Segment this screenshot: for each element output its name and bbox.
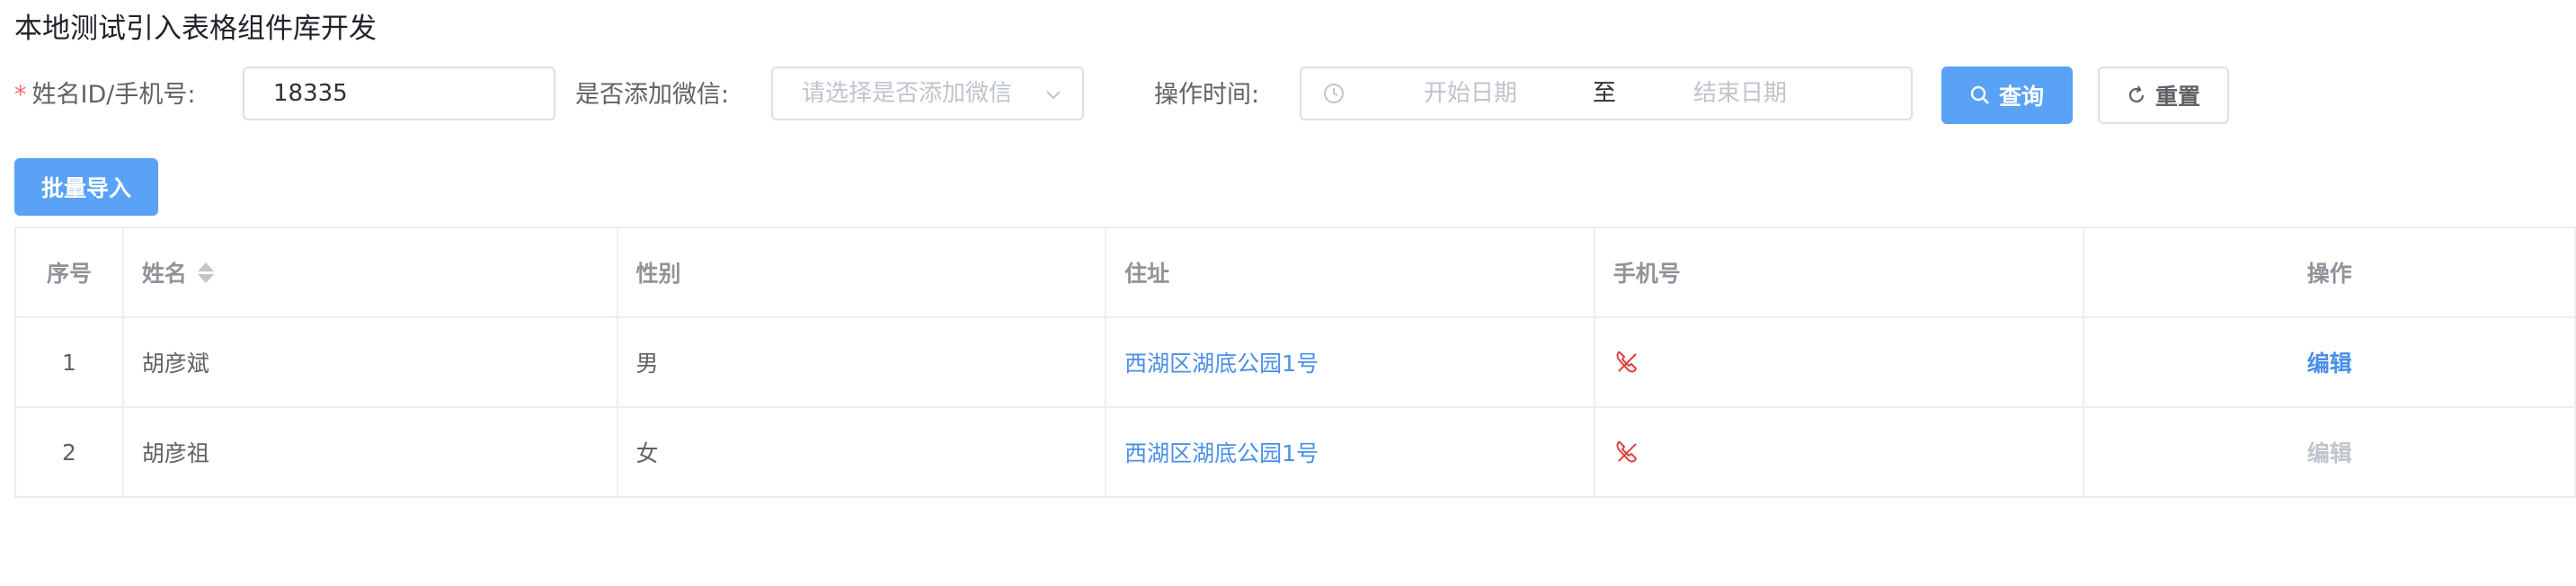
header-operation: 操作	[2084, 228, 2576, 316]
clock-icon	[1324, 84, 1344, 103]
row-phone	[1595, 408, 2085, 496]
refresh-icon	[2128, 85, 2145, 103]
start-date-input[interactable]: 开始日期	[1424, 68, 1517, 119]
required-mark: *	[14, 81, 27, 109]
reset-button[interactable]: 重置	[2098, 67, 2229, 124]
row-index: 1	[16, 318, 124, 406]
time-filter-label: 操作时间:	[1154, 81, 1260, 109]
date-range-picker[interactable]: 开始日期 至 结束日期	[1300, 67, 1913, 120]
header-name[interactable]: 姓名	[124, 228, 618, 316]
edit-button-disabled: 编辑	[2306, 440, 2352, 466]
header-name-label: 姓名	[141, 261, 187, 287]
phone-icon[interactable]	[1613, 439, 1640, 466]
batch-import-button[interactable]: 批量导入	[14, 158, 158, 216]
row-index: 2	[16, 408, 124, 496]
row-address[interactable]: 西湖区湖底公园1号	[1106, 408, 1595, 496]
header-address: 住址	[1106, 228, 1595, 316]
sort-desc-icon[interactable]	[197, 273, 214, 283]
query-button[interactable]: 查询	[1941, 67, 2073, 124]
search-icon	[1970, 85, 1989, 104]
row-gender: 男	[618, 318, 1107, 406]
data-table: 序号 姓名 性别 住址 手机号 操作 1 胡彦斌 男 西湖区湖底公园1号 编辑 …	[14, 226, 2576, 498]
header-phone: 手机号	[1595, 228, 2085, 316]
edit-button[interactable]: 编辑	[2307, 346, 2352, 378]
query-button-label: 查询	[1998, 84, 2044, 110]
row-address[interactable]: 西湖区湖底公园1号	[1106, 318, 1595, 406]
range-separator: 至	[1593, 80, 1617, 107]
sort-asc-icon[interactable]	[197, 262, 214, 271]
row-phone	[1595, 318, 2085, 406]
name-phone-input-value: 18335	[273, 80, 348, 107]
table-header-row: 序号 姓名 性别 住址 手机号 操作	[16, 228, 2576, 318]
reset-button-label: 重置	[2154, 84, 2200, 110]
header-index: 序号	[16, 228, 124, 316]
page: 本地测试引入表格组件库开发 * 姓名ID/手机号: 18335 是否添加微信: 请…	[0, 0, 2576, 586]
address-link[interactable]: 西湖区湖底公园1号	[1124, 346, 1319, 378]
row-operation: 编辑	[2084, 408, 2576, 496]
phone-icon[interactable]	[1613, 349, 1640, 376]
sort-icon[interactable]	[197, 262, 214, 283]
row-operation: 编辑	[2084, 318, 2576, 406]
page-title: 本地测试引入表格组件库开发	[14, 13, 377, 45]
header-gender: 性别	[618, 228, 1107, 316]
end-date-input[interactable]: 结束日期	[1693, 68, 1787, 119]
row-name: 胡彦祖	[124, 408, 618, 496]
table-row: 1 胡彦斌 男 西湖区湖底公园1号 编辑	[16, 318, 2576, 408]
wechat-select-placeholder: 请选择是否添加微信	[802, 80, 1013, 107]
name-phone-input[interactable]: 18335	[243, 67, 555, 120]
row-name: 胡彦斌	[124, 318, 618, 406]
wechat-filter-label: 是否添加微信:	[575, 81, 730, 109]
row-gender: 女	[618, 408, 1107, 496]
address-link[interactable]: 西湖区湖底公园1号	[1124, 436, 1319, 468]
name-filter-label-text: 姓名ID/手机号:	[31, 81, 196, 109]
chevron-down-icon	[1046, 91, 1061, 100]
name-filter-label: * 姓名ID/手机号:	[14, 77, 195, 113]
wechat-select[interactable]: 请选择是否添加微信	[771, 67, 1084, 120]
table-row: 2 胡彦祖 女 西湖区湖底公园1号 编辑	[16, 408, 2576, 498]
